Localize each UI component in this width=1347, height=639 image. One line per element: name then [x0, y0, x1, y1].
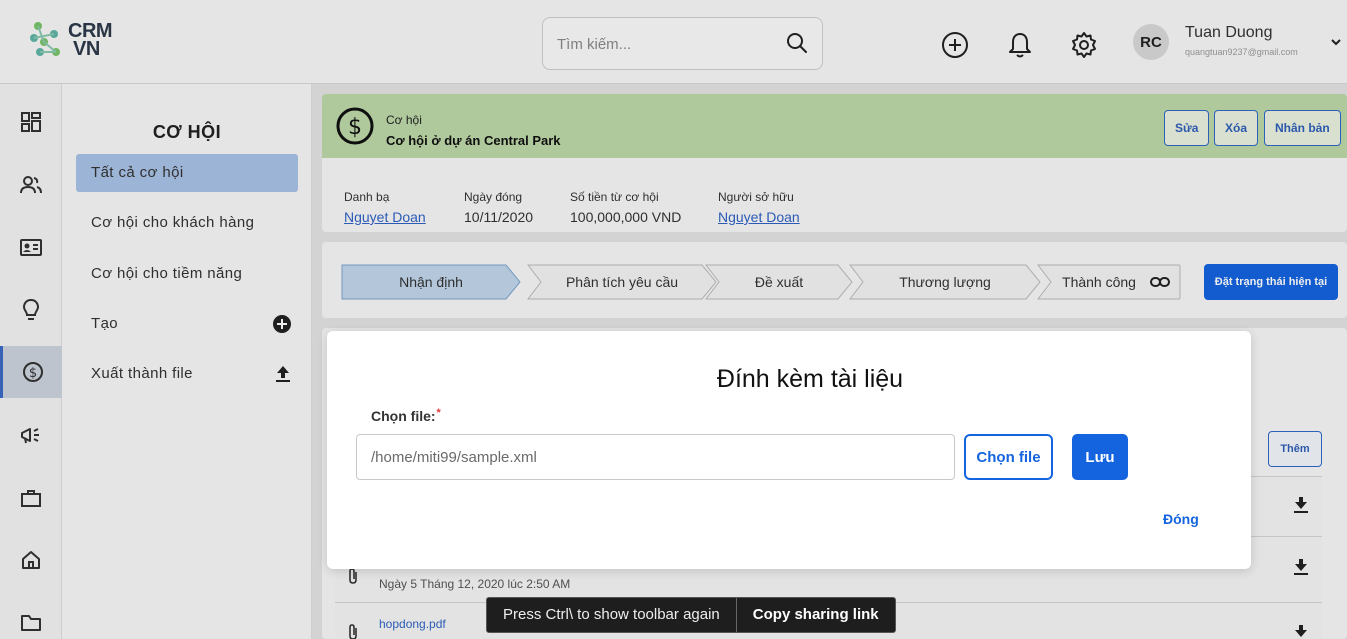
close-button[interactable]: Đóng	[1163, 511, 1199, 527]
choose-file-button[interactable]: Chọn file	[964, 434, 1053, 480]
file-field-label-text: Chọn file:	[371, 408, 436, 424]
required-mark: *	[436, 407, 441, 419]
attach-document-dialog: Đính kèm tài liệu Chọn file:* Chọn file …	[327, 331, 1251, 569]
file-field-label: Chọn file:*	[371, 407, 441, 424]
save-button[interactable]: Lưu	[1072, 434, 1128, 480]
toolbar-toast: Press Ctrl\ to show toolbar again Copy s…	[486, 597, 896, 633]
dialog-title: Đính kèm tài liệu	[716, 365, 904, 393]
file-path-input[interactable]	[356, 434, 955, 480]
toast-message: Press Ctrl\ to show toolbar again	[487, 598, 737, 632]
copy-sharing-link-button[interactable]: Copy sharing link	[737, 598, 895, 632]
